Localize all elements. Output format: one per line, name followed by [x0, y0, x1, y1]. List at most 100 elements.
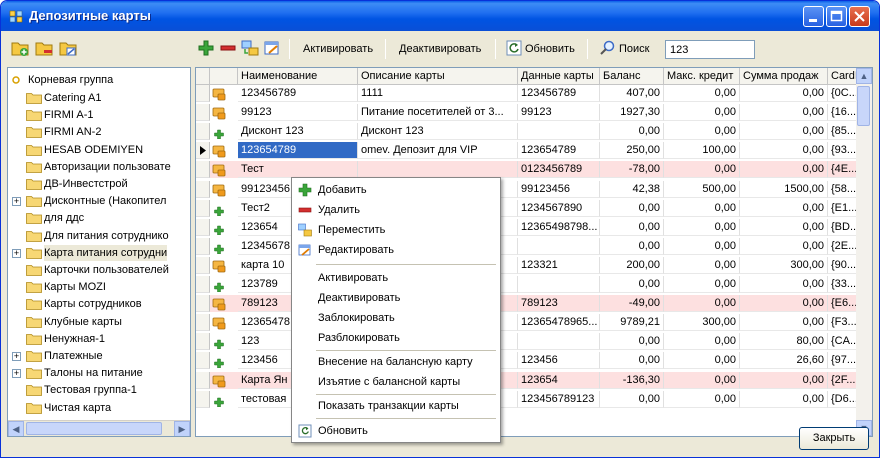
table-cell-credit[interactable]: 0,00: [664, 390, 740, 408]
edit-group-icon[interactable]: [59, 39, 77, 57]
table-cell-sales[interactable]: 0,00: [740, 85, 828, 102]
menu-item-transactions[interactable]: Показать транзакции карты: [294, 396, 498, 416]
column-header[interactable]: Данные карты: [518, 68, 600, 85]
table-cell-data[interactable]: 12365478965...: [518, 314, 600, 332]
table-cell-sales[interactable]: 0,00: [740, 390, 828, 408]
table-cell-cardid[interactable]: {E1...: [828, 199, 858, 217]
column-header[interactable]: Сумма продаж: [740, 68, 828, 85]
table-cell-sales[interactable]: 0,00: [740, 371, 828, 389]
table-cell-cardid[interactable]: {CA...: [828, 333, 858, 351]
close-window-button[interactable]: [849, 6, 870, 27]
table-cell-name[interactable]: 123654789: [238, 142, 358, 160]
table-cell-cardid[interactable]: {BD...: [828, 218, 858, 236]
refresh-button[interactable]: Обновить: [517, 39, 583, 59]
tree-item[interactable]: Catering A1: [8, 90, 190, 106]
tree-item[interactable]: + Дисконтные (Накопител: [8, 193, 190, 209]
table-cell-balance[interactable]: 0,00: [600, 237, 664, 255]
table-cell-data[interactable]: [518, 333, 600, 351]
table-cell-cardid[interactable]: {33...: [828, 276, 858, 293]
expand-icon[interactable]: +: [12, 352, 21, 361]
activate-button[interactable]: Активировать: [295, 39, 381, 59]
tree-item[interactable]: HESAB ODEMIYEN: [8, 142, 190, 158]
table-cell-name[interactable]: 99123: [238, 104, 358, 122]
table-cell-balance[interactable]: 0,00: [600, 218, 664, 236]
tree-item[interactable]: Авторизации пользовате: [8, 159, 190, 175]
table-cell-credit[interactable]: 0,00: [664, 333, 740, 351]
delete-group-icon[interactable]: [35, 39, 53, 57]
table-cell-balance[interactable]: 9789,21: [600, 314, 664, 332]
menu-item-refresh[interactable]: Обновить: [294, 421, 498, 441]
tree-item[interactable]: Для питания сотруднико: [8, 228, 190, 244]
table-cell-cardid[interactable]: {97...: [828, 352, 858, 370]
delete-card-icon[interactable]: [219, 39, 237, 57]
tree-item[interactable]: Карточки пользователей: [8, 262, 190, 278]
table-row[interactable]: Дисконт 123 Дисконт 123 0,00 0,00 0,00 {85...: [196, 123, 872, 141]
table-cell-cardid[interactable]: {0C...: [828, 85, 858, 102]
table-cell-balance[interactable]: -78,00: [600, 161, 664, 179]
table-cell-data[interactable]: 123321: [518, 256, 600, 274]
add-group-icon[interactable]: [11, 39, 29, 57]
table-cell-data[interactable]: 123654789: [518, 142, 600, 160]
table-cell-data[interactable]: 123456789123: [518, 390, 600, 408]
table-row[interactable]: 123456789 1111 123456789 407,00 0,00 0,00 {0C.…: [196, 85, 872, 102]
table-cell-desc[interactable]: [358, 161, 518, 179]
menu-item-withdraw[interactable]: Изъятие с балансной карты: [294, 372, 498, 392]
tree-item[interactable]: Тестовая группа-1: [8, 382, 190, 398]
expand-icon[interactable]: +: [12, 197, 21, 207]
menu-item-unblock[interactable]: Разблокировать: [294, 328, 498, 348]
tree-item[interactable]: FIRMI AN-2: [8, 124, 190, 140]
table-cell-sales[interactable]: 0,00: [740, 314, 828, 332]
table-cell-credit[interactable]: 0,00: [664, 256, 740, 274]
move-card-icon[interactable]: [241, 39, 259, 57]
table-cell-cardid[interactable]: {93...: [828, 142, 858, 160]
table-cell-name[interactable]: Дисконт 123: [238, 123, 358, 141]
table-cell-sales[interactable]: 0,00: [740, 295, 828, 313]
expand-icon[interactable]: +: [12, 369, 21, 379]
table-cell-credit[interactable]: 0,00: [664, 85, 740, 102]
tree-item[interactable]: Карты MOZI: [8, 279, 190, 295]
table-cell-balance[interactable]: 0,00: [600, 199, 664, 217]
table-cell-sales[interactable]: 1500,00: [740, 180, 828, 198]
table-cell-cardid[interactable]: {85...: [828, 123, 858, 141]
table-row[interactable]: 99123 Питание посетителей от 3... 99123 192…: [196, 104, 872, 122]
scroll-thumb[interactable]: [857, 86, 870, 126]
column-header[interactable]: Макс. кредит: [664, 68, 740, 85]
table-cell-credit[interactable]: 0,00: [664, 161, 740, 179]
table-cell-sales[interactable]: 26,60: [740, 352, 828, 370]
scroll-left-icon[interactable]: ◀: [8, 421, 24, 436]
menu-item-move[interactable]: Переместить: [294, 220, 498, 240]
table-cell-sales[interactable]: 0,00: [740, 161, 828, 179]
search-button[interactable]: Поиск: [611, 39, 657, 59]
table-cell-data[interactable]: 12365498798...: [518, 218, 600, 236]
menu-item-activate[interactable]: Активировать: [294, 268, 498, 288]
edit-card-icon[interactable]: [263, 39, 281, 57]
table-cell-cardid[interactable]: {E6...: [828, 295, 858, 313]
table-cell-data[interactable]: 99123: [518, 104, 600, 122]
table-cell-credit[interactable]: 100,00: [664, 142, 740, 160]
column-header[interactable]: Наименование: [238, 68, 358, 85]
menu-item-add[interactable]: Добавить: [294, 180, 498, 200]
title-bar[interactable]: Депозитные карты: [1, 1, 879, 31]
table-cell-cardid[interactable]: {90...: [828, 256, 858, 274]
table-cell-balance[interactable]: 0,00: [600, 352, 664, 370]
table-cell-sales[interactable]: 0,00: [740, 237, 828, 255]
table-cell-balance[interactable]: -136,30: [600, 371, 664, 389]
table-cell-cardid[interactable]: {D6...: [828, 390, 858, 408]
table-cell-credit[interactable]: 0,00: [664, 295, 740, 313]
table-cell-name[interactable]: Тест: [238, 161, 358, 179]
menu-item-edit[interactable]: Редактировать: [294, 240, 498, 260]
table-cell-data[interactable]: 0123456789: [518, 161, 600, 179]
maximize-button[interactable]: [826, 6, 847, 27]
column-header[interactable]: Описание карты: [358, 68, 518, 85]
menu-item-block[interactable]: Заблокировать: [294, 308, 498, 328]
table-cell-credit[interactable]: 0,00: [664, 199, 740, 217]
table-cell-sales[interactable]: 0,00: [740, 123, 828, 141]
grid-vertical-scrollbar[interactable]: ▲ ▼: [856, 68, 872, 436]
table-cell-credit[interactable]: 0,00: [664, 237, 740, 255]
tree-item[interactable]: + Талоны на питание: [8, 365, 190, 381]
table-cell-data[interactable]: 123456: [518, 352, 600, 370]
menu-item-deposit[interactable]: Внесение на балансную карту: [294, 352, 498, 372]
tree-item[interactable]: для ддс: [8, 210, 190, 226]
table-cell-sales[interactable]: 0,00: [740, 276, 828, 293]
scroll-up-icon[interactable]: ▲: [856, 68, 872, 84]
